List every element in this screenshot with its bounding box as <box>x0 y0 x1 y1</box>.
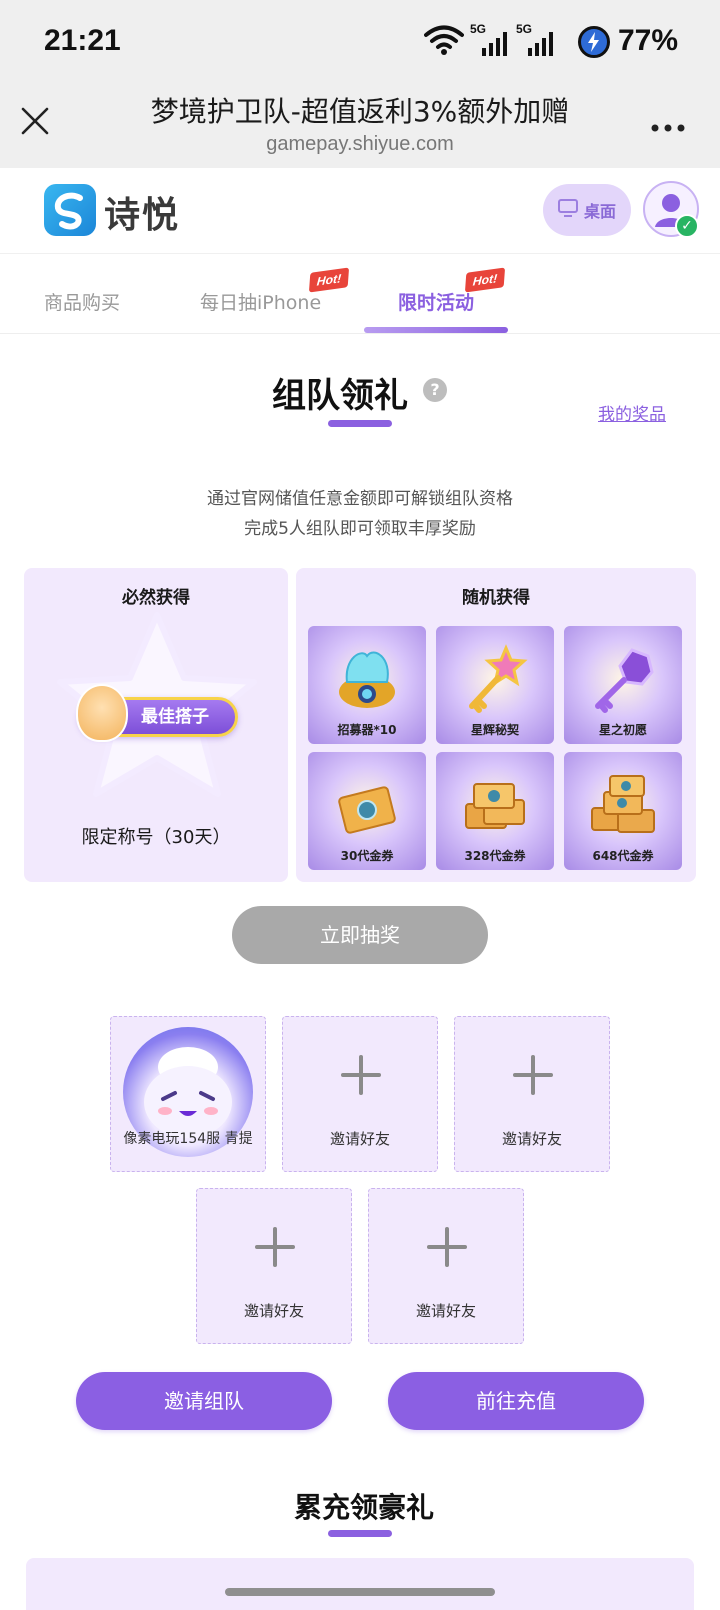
title-underline <box>328 1530 392 1537</box>
invite-slot[interactable]: 邀请好友 <box>282 1016 438 1172</box>
logo-text[interactable]: 诗悦 <box>104 186 180 238</box>
invite-slot[interactable]: 邀请好友 <box>196 1188 352 1344</box>
reward-item-label: 招募器*10 <box>337 723 397 737</box>
character-icon <box>76 684 128 742</box>
voucher-pile-icon <box>588 770 658 840</box>
more-menu-icon[interactable] <box>650 118 686 132</box>
member-name: 像素电玩154服 青提 <box>123 1131 253 1147</box>
plus-icon <box>427 1227 467 1267</box>
my-prizes-link[interactable]: 我的奖品 <box>598 400 666 425</box>
section-title-team: 组队领礼 <box>272 376 408 416</box>
plus-icon <box>255 1227 295 1267</box>
description-line-1: 通过官网储值任意金额即可解锁组队资格 <box>207 489 513 509</box>
home-indicator[interactable] <box>225 1588 495 1596</box>
wifi-icon <box>424 24 464 56</box>
reward-item: 30代金券 <box>308 752 426 870</box>
invite-label: 邀请好友 <box>415 1302 476 1320</box>
random-title: 随机获得 <box>462 588 530 608</box>
tab-product-purchase[interactable]: 商品购买 <box>44 288 120 315</box>
reward-item: 星之初愿 <box>564 626 682 744</box>
title-underline <box>328 420 392 427</box>
invite-label: 邀请好友 <box>243 1302 304 1320</box>
page-url: gamepay.shiyue.com <box>266 133 454 155</box>
purple-key-icon <box>588 644 658 714</box>
reward-item-label: 648代金券 <box>592 849 654 863</box>
plus-icon <box>513 1055 553 1095</box>
voucher-icon <box>332 770 402 840</box>
voucher-stack-icon <box>460 770 530 840</box>
close-icon[interactable] <box>20 106 50 136</box>
battery-level: 77% <box>618 24 679 57</box>
reward-item: 328代金券 <box>436 752 554 870</box>
verified-check-icon: ✓ <box>675 214 699 238</box>
invite-team-button[interactable]: 邀请组队 <box>76 1372 332 1430</box>
add-to-desktop-button[interactable]: 桌面 <box>543 184 631 236</box>
signal-icon: 5G <box>470 22 510 56</box>
guaranteed-label: 限定称号（30天） <box>81 827 231 848</box>
help-icon[interactable]: ? <box>423 378 447 402</box>
invite-label: 邀请好友 <box>329 1130 390 1148</box>
reward-item-label: 30代金券 <box>340 849 394 863</box>
section-title-accumulate: 累充领豪礼 <box>294 1491 435 1524</box>
tab-daily-iphone[interactable]: 每日抽iPhone <box>200 288 321 315</box>
reward-item-label: 星之初愿 <box>598 723 647 737</box>
reward-item: 648代金券 <box>564 752 682 870</box>
recruiter-icon <box>332 644 402 714</box>
desktop-label: 桌面 <box>583 202 616 221</box>
reward-item-label: 328代金券 <box>464 849 526 863</box>
go-recharge-button[interactable]: 前往充值 <box>388 1372 644 1430</box>
invite-slot[interactable]: 邀请好友 <box>368 1188 524 1344</box>
logo-icon[interactable] <box>44 184 96 236</box>
battery-charging-icon <box>578 26 610 58</box>
star-key-icon <box>460 644 530 714</box>
draw-now-button[interactable]: 立即抽奖 <box>232 906 488 964</box>
tab-limited-event[interactable]: 限时活动 <box>398 288 474 315</box>
plus-icon <box>341 1055 381 1095</box>
reward-item: 星辉秘契 <box>436 626 554 744</box>
monitor-icon <box>557 199 578 221</box>
guaranteed-title: 必然获得 <box>122 588 190 608</box>
status-time: 21:21 <box>44 24 121 57</box>
description-line-2: 完成5人组队即可领取丰厚奖励 <box>244 519 476 539</box>
invite-label: 邀请好友 <box>501 1130 562 1148</box>
reward-item: 招募器*10 <box>308 626 426 744</box>
invite-slot[interactable]: 邀请好友 <box>454 1016 610 1172</box>
reward-item-label: 星辉秘契 <box>470 723 519 737</box>
signal-icon: 5G <box>516 22 556 56</box>
accumulate-panel <box>26 1558 694 1610</box>
page-title: 梦境护卫队-超值返利3%额外加赠 <box>150 95 570 128</box>
team-member-slot: 像素电玩154服 青提 <box>110 1016 266 1172</box>
active-tab-indicator <box>364 327 508 333</box>
